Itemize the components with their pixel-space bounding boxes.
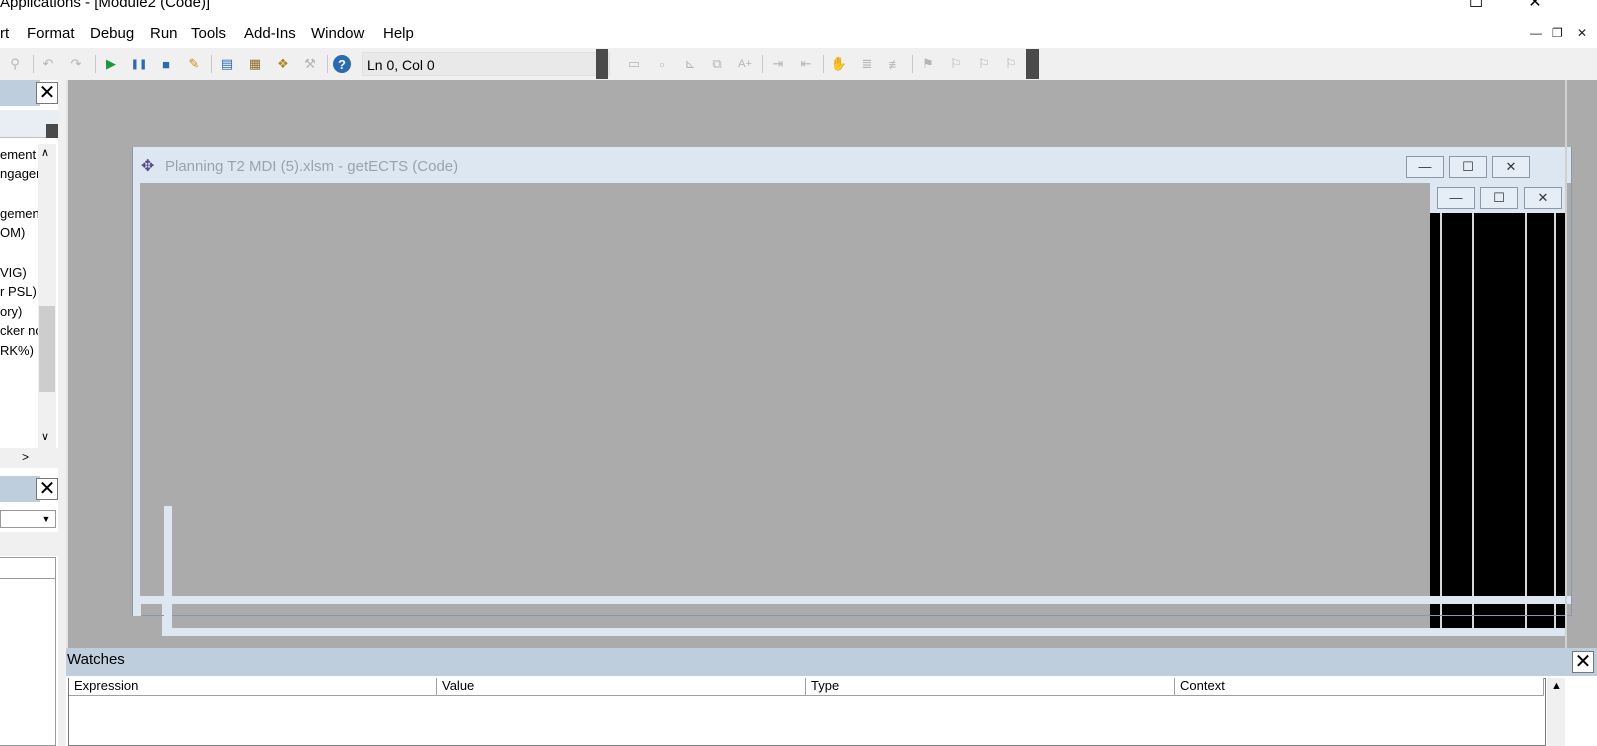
scroll-up-icon[interactable]: ∧ [41,146,49,159]
indent-icon[interactable]: ⇥ [768,54,788,74]
mdi-restore-button[interactable]: ❐ [1552,26,1563,40]
parameter-info-icon[interactable]: ⧉ [707,54,727,74]
toolbar-separator [211,55,212,73]
maximize-button[interactable]: ☐ [1456,0,1496,16]
toolbar-separator [823,55,824,73]
child-maximize-button[interactable]: ☐ [1449,156,1487,178]
menu-bar: rt Format Debug Run Tools Add-Ins Window… [0,18,1597,48]
window-title: Applications - [Module2 (Code)] [0,0,211,11]
close-properties-panel-button[interactable]: ✕ [36,478,58,500]
tree-item[interactable]: gemen [0,206,40,221]
outdent-icon[interactable]: ⇤ [796,54,816,74]
complete-word-icon[interactable]: A+ [735,54,755,74]
design-mode-icon[interactable]: ✎ [184,54,204,74]
menu-insert[interactable]: rt [0,25,9,42]
project-panel-title [0,80,40,106]
list-constants-icon[interactable]: ▫ [652,54,672,74]
toolbar-separator [327,55,328,73]
mdi-close-button[interactable]: ✕ [1577,26,1587,40]
properties-panel-title [0,476,40,502]
grid-divider [0,578,56,579]
toolbar: ⚲ ↶ ↷ ▶ ❚❚ ■ ✎ ▤ ▦ ❖ ⚒ ? Ln 0, Col 0 ▭ ▫… [0,48,1597,80]
menu-add-ins[interactable]: Add-Ins [244,25,296,42]
menu-tools[interactable]: Tools [191,25,226,42]
project-explorer-panel: ✕ ement ngager gemen OM) VIG) r PSL) ory… [0,80,60,502]
chevron-down-icon[interactable]: ▼ [39,512,53,526]
previous-bookmark-icon[interactable]: ⚐ [974,54,994,74]
tree-item[interactable]: RK%) [0,343,34,358]
code-pane-getects[interactable] [140,183,1430,596]
reset-icon[interactable]: ■ [156,54,176,74]
tree-item[interactable]: ory) [0,304,22,319]
child-left-border [164,506,172,636]
project-explorer-icon[interactable]: ▤ [217,54,237,74]
child-close-button[interactable]: ✕ [1492,156,1530,178]
properties-grid [0,557,56,746]
tree-item[interactable]: VIG) [0,265,27,280]
toggle-bookmark-icon[interactable]: ⚑ [918,54,938,74]
tree-item[interactable]: r PSL) [0,284,37,299]
close-watches-button[interactable]: ✕ [1572,651,1594,673]
splitter[interactable] [58,80,66,746]
redo-icon[interactable]: ↷ [66,54,86,74]
toggle-breakpoint-icon[interactable]: ✋ [829,54,849,74]
column-expression[interactable]: Expression [69,678,437,696]
toolbar-separator [33,55,34,73]
menu-debug[interactable]: Debug [90,25,134,42]
menu-window[interactable]: Window [311,25,364,42]
tree-item[interactable]: ement [0,147,36,162]
column-context[interactable]: Context [1175,678,1544,696]
title-bar: Applications - [Module2 (Code)] ☐ ✕ [0,0,1597,18]
close-window-button[interactable]: ✕ [1515,0,1555,16]
child-minimize-button[interactable]: — [1406,156,1444,178]
toolbar-separator [762,55,763,73]
object-browser-icon[interactable]: ❖ [273,54,293,74]
menu-run[interactable]: Run [150,25,178,42]
properties-object-dropdown[interactable]: ▼ [0,510,56,528]
scroll-down-icon[interactable]: ∨ [41,430,49,443]
run-icon[interactable]: ▶ [101,54,121,74]
child-bottom-border [164,628,1566,636]
child-title-bar: ✥ Planning T2 MDI (5).xlsm - getECTS (Co… [133,147,1571,183]
menu-format[interactable]: Format [27,25,75,42]
menu-help[interactable]: Help [383,25,414,42]
toolbar-separator [95,55,96,73]
vba-module-icon: ✥ [141,158,155,175]
column-type[interactable]: Type [806,678,1175,696]
comment-block-icon[interactable]: ≣ [857,54,877,74]
find-icon[interactable]: ⚲ [5,54,25,74]
watches-vertical-scrollbar[interactable]: ▲ [1547,678,1565,746]
break-icon[interactable]: ❚❚ [129,54,149,74]
toolbar-grip[interactable] [1026,49,1039,79]
cursor-position: Ln 0, Col 0 [362,52,610,76]
close-project-panel-button[interactable]: ✕ [36,82,58,104]
watches-panel: Watches ✕ Expression Value Type Context … [66,648,1597,746]
mdi-minimize-button[interactable]: — [1530,26,1542,40]
scroll-thumb[interactable] [39,306,55,392]
tree-item[interactable]: cker nc [0,323,42,338]
scroll-right-icon[interactable]: > [22,450,29,464]
toolbar-separator [912,55,913,73]
project-horizontal-scrollbar[interactable]: > [0,448,60,468]
help-icon[interactable]: ? [333,55,351,73]
list-properties-icon[interactable]: ▭ [624,54,644,74]
next-bookmark-icon[interactable]: ⚐ [946,54,966,74]
child-window-title: Planning T2 MDI (5).xlsm - getECTS (Code… [165,158,459,175]
project-vertical-scrollbar[interactable]: ∧ ∨ [38,144,56,448]
scroll-up-icon[interactable]: ▲ [1551,680,1562,692]
quick-info-icon[interactable]: ⊾ [680,54,700,74]
properties-icon[interactable]: ▦ [245,54,265,74]
tree-item[interactable]: ngager [0,166,40,181]
properties-tabs [0,532,58,556]
column-value[interactable]: Value [437,678,806,696]
toolbox-icon[interactable]: ⚒ [300,54,320,74]
mdi-right-edge [1565,80,1567,648]
uncomment-block-icon[interactable]: ≢ [885,54,905,74]
undo-icon[interactable]: ↶ [38,54,58,74]
watches-title: Watches [66,648,1597,676]
clear-bookmarks-icon[interactable]: ⚐ [1001,54,1021,74]
child-bottom-border [133,596,1571,604]
toolbar-grip[interactable] [596,49,608,79]
tree-item[interactable]: OM) [0,225,25,240]
